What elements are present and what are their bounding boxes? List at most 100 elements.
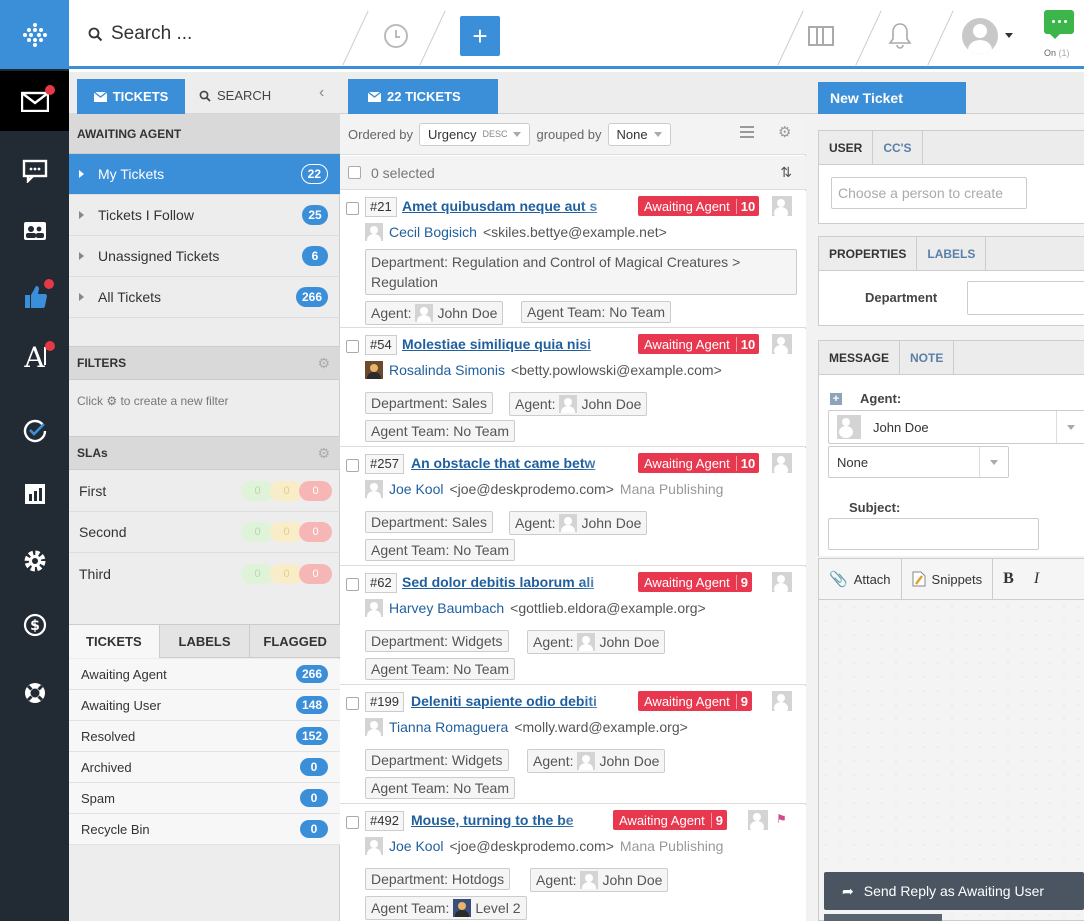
ticket-subject[interactable]: Molestiae similique quia nisi — [402, 336, 638, 356]
snippets-button[interactable]: Snippets — [902, 558, 994, 600]
person-name[interactable]: Joe Kool — [389, 481, 443, 497]
list-view-icon[interactable] — [740, 126, 754, 138]
tab-labels[interactable]: LABELS — [917, 237, 987, 270]
person-name[interactable]: Cecil Bogisich — [389, 224, 477, 240]
agent-avatar — [577, 752, 596, 770]
select-all-checkbox[interactable] — [348, 166, 361, 179]
chat-icon[interactable] — [1044, 10, 1074, 39]
nav-feedback[interactable] — [0, 267, 69, 327]
person-organization[interactable]: Mana Publishing — [620, 481, 724, 497]
nav-tickets[interactable] — [0, 71, 76, 131]
editor-toolbar: 📎 Attach Snippets B I — [818, 558, 1084, 600]
nav-tasks[interactable] — [0, 401, 69, 461]
folder-unassigned-tickets[interactable]: Unassigned Tickets 6 — [69, 236, 340, 277]
ticket-row[interactable]: #257 An obstacle that came betw Awaiting… — [340, 448, 806, 566]
sla-third[interactable]: Third 0 0 0 — [69, 553, 340, 594]
ticket-row[interactable]: #54 Molestiae similique quia nisi Awaiti… — [340, 329, 806, 447]
status-archived[interactable]: Archived 0 — [69, 752, 340, 783]
gear-icon[interactable]: ⚙ — [317, 445, 330, 462]
agent-select[interactable]: John Doe — [828, 410, 1084, 444]
tab-user[interactable]: USER — [819, 131, 874, 164]
secondary-action-button[interactable] — [824, 914, 942, 921]
department-select[interactable] — [967, 281, 1084, 315]
sla-second[interactable]: Second 0 0 0 — [69, 512, 340, 553]
italic-button[interactable]: I — [1024, 558, 1049, 600]
collapse-panel-icon[interactable]: ‹ — [319, 84, 324, 102]
ticket-checkbox[interactable] — [346, 202, 359, 215]
ticket-subject[interactable]: Amet quibusdam neque aut s — [402, 198, 638, 218]
tab-status-tickets[interactable]: TICKETS — [69, 625, 159, 658]
person-name[interactable]: Harvey Baumbach — [389, 600, 504, 616]
ticket-checkbox[interactable] — [346, 340, 359, 353]
sla-first[interactable]: First 0 0 0 — [69, 471, 340, 512]
ticket-checkbox[interactable] — [346, 578, 359, 591]
status-spam[interactable]: Spam 0 — [69, 783, 340, 814]
user-avatar[interactable] — [962, 18, 998, 54]
ticket-subject[interactable]: Mouse, turning to the be — [411, 812, 611, 832]
ticket-subject[interactable]: Sed dolor debitis laborum ali — [402, 574, 638, 594]
gear-icon[interactable]: ⚙ — [317, 355, 330, 372]
clock-icon[interactable] — [384, 24, 408, 48]
columns-icon[interactable] — [808, 26, 834, 46]
nav-billing[interactable]: $ — [0, 595, 69, 655]
bell-icon[interactable] — [888, 22, 912, 55]
status-tabs: TICKETS LABELS FLAGGED — [69, 624, 341, 658]
ticket-row[interactable]: #62 Sed dolor debitis laborum ali Awaiti… — [340, 567, 806, 685]
ticket-checkbox[interactable] — [346, 816, 359, 829]
ticket-subject[interactable]: Deleniti sapiente odio debiti — [411, 693, 639, 713]
status-recycle-bin[interactable]: Recycle Bin 0 — [69, 814, 340, 845]
app-logo[interactable] — [0, 0, 69, 69]
nav-people[interactable] — [0, 201, 69, 261]
tab-note[interactable]: NOTE — [900, 341, 955, 374]
tab-ccs[interactable]: CC'S — [873, 131, 923, 164]
folder-tickets-i-follow[interactable]: Tickets I Follow 25 — [69, 195, 340, 236]
ticket-row[interactable]: #21 Amet quibusdam neque aut s Awaiting … — [340, 191, 806, 328]
nav-chat[interactable] — [0, 141, 69, 201]
status-resolved[interactable]: Resolved 152 — [69, 721, 340, 752]
tab-new-ticket[interactable]: New Ticket — [818, 82, 966, 114]
new-item-button[interactable]: + — [460, 16, 500, 56]
status-awaiting-user[interactable]: Awaiting User 148 — [69, 690, 340, 721]
status-count: 0 — [300, 820, 328, 838]
tab-properties[interactable]: PROPERTIES — [819, 237, 918, 270]
tab-message[interactable]: MESSAGE — [819, 341, 901, 374]
select-divider — [1056, 411, 1057, 443]
person-name[interactable]: Tianna Romaguera — [389, 719, 508, 735]
status-awaiting-agent[interactable]: Awaiting Agent 266 — [69, 659, 340, 690]
tab-search[interactable]: SEARCH — [199, 88, 271, 103]
ticket-subject[interactable]: An obstacle that came betw — [411, 455, 639, 475]
tab-tickets[interactable]: TICKETS — [77, 79, 185, 114]
global-search[interactable]: Search ... — [88, 23, 192, 45]
tab-ticket-list[interactable]: 22 TICKETS — [348, 79, 498, 114]
nav-admin[interactable] — [0, 531, 69, 591]
bold-button[interactable]: B — [993, 558, 1024, 600]
attach-button[interactable]: 📎 Attach — [819, 558, 902, 600]
tab-status-flagged[interactable]: FLAGGED — [249, 625, 341, 658]
tab-status-labels[interactable]: LABELS — [158, 625, 250, 658]
folder-all-tickets[interactable]: All Tickets 266 — [69, 277, 340, 318]
person-organization[interactable]: Mana Publishing — [620, 838, 724, 854]
subject-input[interactable] — [828, 518, 1039, 550]
nav-reports[interactable] — [0, 464, 69, 524]
person-name[interactable]: Joe Kool — [389, 838, 443, 854]
refresh-icon[interactable]: ⇅ — [780, 164, 792, 181]
person-name[interactable]: Rosalinda Simonis — [389, 362, 505, 378]
filters-panel: TICKETS SEARCH ‹ AWAITING AGENT My Ticke… — [69, 72, 341, 921]
order-select[interactable]: Urgency DESC — [419, 122, 531, 146]
person-search-input[interactable]: Choose a person to create — [831, 177, 1027, 209]
ticket-row[interactable]: #199 Deleniti sapiente odio debiti Await… — [340, 686, 806, 804]
gear-icon[interactable]: ⚙ — [778, 123, 791, 141]
send-reply-button[interactable]: ➦ Send Reply as Awaiting User — [824, 872, 1084, 910]
chevron-down-icon — [990, 459, 998, 465]
nav-publish[interactable]: A — [0, 327, 69, 387]
flag-icon[interactable]: ⚑ — [776, 812, 787, 826]
ticket-checkbox[interactable] — [346, 697, 359, 710]
folder-my-tickets[interactable]: My Tickets 22 — [69, 154, 340, 195]
nav-help[interactable] — [0, 663, 69, 723]
ticket-checkbox[interactable] — [346, 459, 359, 472]
chevron-down-icon[interactable] — [1005, 33, 1013, 38]
group-select[interactable]: None — [607, 122, 671, 146]
team-select[interactable]: None — [828, 446, 1009, 478]
expand-icon[interactable]: + — [830, 393, 842, 405]
ticket-row[interactable]: #492 Mouse, turning to the be Awaiting A… — [340, 805, 806, 921]
